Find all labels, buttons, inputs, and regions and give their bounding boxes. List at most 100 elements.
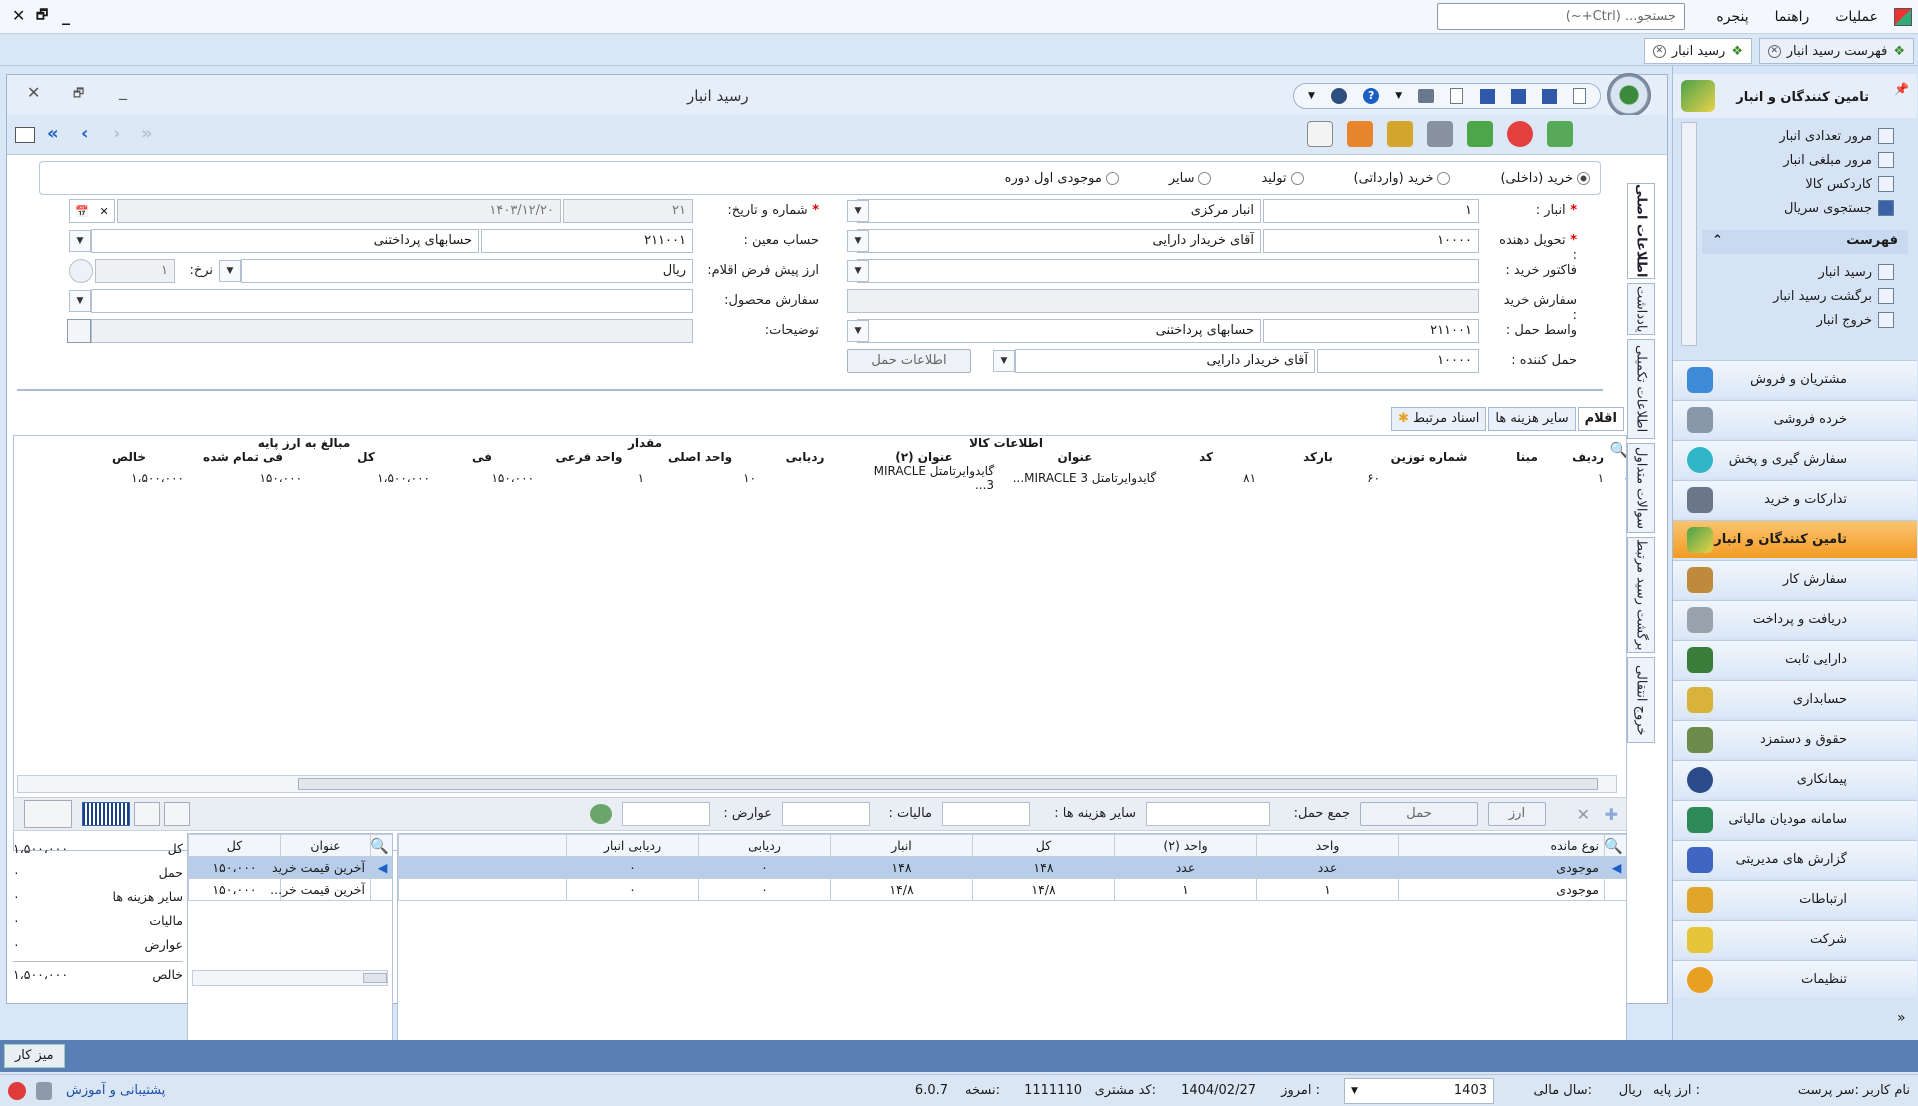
tab-receipt[interactable]: ❖ رسید انبار ✕ [1643,38,1752,64]
factor-field[interactable] [857,259,1479,283]
module-settings[interactable]: تنظیمات [1673,960,1917,998]
new-document-icon[interactable] [1572,88,1586,104]
report-icon[interactable] [1347,121,1373,147]
currency-button[interactable]: ارز [1488,802,1546,826]
radio-opening-balance[interactable]: موجودی اول دوره [1005,171,1119,186]
col-unit2[interactable]: واحد (۲) [1114,834,1257,857]
grid-horizontal-scrollbar[interactable] [17,775,1617,793]
module-accounting[interactable]: حسابداری [1673,680,1917,718]
module-management-reports[interactable]: گزارش های مدیریتی [1673,840,1917,878]
save-icon[interactable] [1479,88,1495,104]
barcode-icon[interactable] [82,802,130,826]
haml-name-field[interactable]: آقای خریدار دارایی [1015,349,1315,373]
search-grid-cell[interactable]: 🔍 [1604,436,1626,464]
col-barcode[interactable]: بارکد [1256,450,1380,464]
settings-icon[interactable] [1427,121,1453,147]
other-costs-field[interactable] [942,802,1030,826]
col-total[interactable]: کل [972,834,1115,857]
anbar-dropdown[interactable]: ▼ [847,200,869,222]
pin-icon[interactable]: 📌 [1894,82,1909,96]
vtab-transfer-out[interactable]: خروج انتقالی [1627,657,1655,743]
col-total[interactable]: کل [302,450,430,464]
save-as-icon[interactable] [1510,88,1526,104]
previous-record-icon[interactable]: ‹ [81,123,88,144]
tag-icon[interactable] [164,802,190,826]
scrollbar-thumb[interactable] [363,973,387,983]
radio-domestic-purchase[interactable]: خرید (داخلی) [1500,171,1590,186]
fiscal-year-select[interactable]: 1403 ▼ [1344,1078,1494,1104]
tahvil-code-field[interactable]: ۱۰۰۰۰ [1263,229,1479,253]
vtab-main-info[interactable]: اطلاعات اصلی [1627,183,1655,279]
save-close-icon[interactable] [1541,88,1557,104]
col-balance-type[interactable]: نوع مانده [1398,834,1605,857]
help-icon[interactable]: ? [1363,88,1380,104]
collapse-icon[interactable]: ⌃ [1712,233,1723,248]
remove-cost-icon[interactable]: ✕ [1577,805,1590,824]
col-basis[interactable]: مبنا [1478,450,1576,464]
mahsool-dropdown[interactable]: ▼ [69,290,91,312]
tab-receipt-list[interactable]: ❖ فهرست رسید انبار ✕ [1758,38,1914,64]
support-link[interactable]: پشتیبانی و آموزش [66,1083,165,1098]
anbar-code-field[interactable]: ۱ [1263,199,1479,223]
module-communications[interactable]: ارتباطات [1673,880,1917,918]
vtab-faq[interactable]: سوالات متداول [1627,443,1655,533]
col-unit[interactable]: واحد [1256,834,1399,857]
tozih-field[interactable] [91,319,693,343]
module-suppliers-warehouse[interactable]: تامین کنندگان و انبار [1673,520,1917,558]
search-icon[interactable]: 🔍 [370,834,392,857]
expand-icon[interactable]: » [1897,1010,1906,1026]
tab-other-costs[interactable]: سایر هزینه ها [1488,407,1576,431]
col-sub-unit[interactable]: واحد فرعی [534,450,644,464]
vtab-notes[interactable]: یادداشت [1627,283,1655,335]
restore-window-icon[interactable]: 🗗 [73,84,84,105]
table-row[interactable]: موجودی ۱ ۱ ۱۴/۸ ۱۴/۸ ۰ ۰ [398,878,1626,901]
tools-icon[interactable] [1331,88,1348,104]
desktop-button[interactable]: میز کار [4,1044,65,1068]
first-record-icon[interactable]: « [47,123,59,144]
menu-window[interactable]: پنجره [1716,9,1748,25]
tab-items[interactable]: اقلام [1577,407,1625,431]
print-icon[interactable] [1418,89,1435,103]
haml-code-field[interactable]: ۱۰۰۰۰ [1317,349,1479,373]
tab-related-docs[interactable]: اسناد مرتبط ✱ [1391,407,1487,431]
sidebar-item-stock-value[interactable]: مرور مبلغی انبار [1783,152,1894,168]
col-title[interactable]: عنوان [994,450,1156,464]
table-row[interactable]: ◀ ۱ ۶۰ ۸۱ گایدوایرتامتل MIRACLE 3... گای… [14,464,1626,492]
calculator-icon[interactable] [1307,121,1333,147]
erase-icon[interactable] [134,802,160,826]
col-row[interactable]: ردیف [1572,450,1604,464]
mahsool-field[interactable] [91,289,693,313]
factor-dropdown[interactable]: ▼ [847,260,869,282]
delete-icon[interactable] [1507,121,1533,147]
sidebar-item-stock-count[interactable]: مرور تعدادی انبار [1779,128,1894,144]
module-fixed-assets[interactable]: دارایی ثابت [1673,640,1917,678]
module-payroll[interactable]: حقوق و دستمزد [1673,720,1917,758]
module-work-order[interactable]: سفارش کار [1673,560,1917,598]
module-customers-sales[interactable]: مشتریان و فروش [1673,360,1917,398]
clear-date-icon[interactable]: ✕ [100,205,109,218]
radio-import-purchase[interactable]: خرید (وارداتی) [1354,171,1451,186]
module-company[interactable]: شرکت [1673,920,1917,958]
duties-field[interactable] [622,802,710,826]
tahvil-dropdown[interactable]: ▼ [847,230,869,252]
dropdown-icon[interactable]: ▼ [1308,91,1315,101]
add-cost-icon[interactable]: ✚ [1605,805,1618,824]
module-order-distribution[interactable]: سفارش گیری و پخش [1673,440,1917,478]
radio-other[interactable]: سایر [1169,171,1212,186]
minimize-app-icon[interactable]: _ [62,6,70,25]
zoom-icon[interactable] [24,800,72,828]
vtab-extra-info[interactable]: اطلاعات تکمیلی [1627,339,1655,439]
module-receive-pay[interactable]: دریافت و پرداخت [1673,600,1917,638]
dropdown-icon[interactable]: ▼ [1395,91,1402,101]
radio-production[interactable]: تولید [1261,171,1304,186]
haml-dropdown[interactable]: ▼ [993,350,1015,372]
sidebar-category-list[interactable]: فهرست ⌃ [1702,230,1908,254]
add-icon[interactable] [1547,121,1573,147]
table-row[interactable]: ◀ آخرین قیمت خرید ۱۵۰،۰۰۰ [188,856,392,879]
col-warehouse[interactable]: انبار [830,834,973,857]
attach-icon[interactable] [1387,121,1413,147]
list-view-icon[interactable] [15,127,35,143]
vaset-dropdown[interactable]: ▼ [847,320,869,342]
col-title2[interactable]: عنوان (۲) [854,450,994,464]
sidebar-scrollbar[interactable] [1681,122,1697,346]
